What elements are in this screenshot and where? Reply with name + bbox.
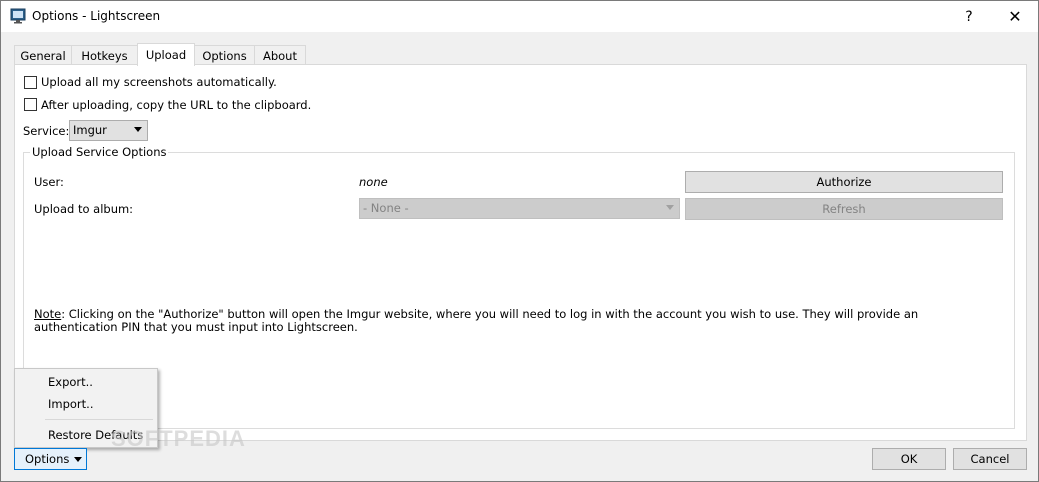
note-text: Note: Clicking on the "Authorize" button… [34,308,994,334]
user-value: none [359,175,388,189]
tab-hotkeys[interactable]: Hotkeys [71,45,138,65]
close-button[interactable]: ✕ [992,1,1038,32]
auto-upload-checkbox[interactable] [24,76,37,89]
service-select-value: Imgur [73,123,107,137]
copy-url-checkbox[interactable] [24,98,37,111]
menu-item-import[interactable]: Import.. [48,397,93,411]
tab-options[interactable]: Options [194,45,255,65]
auto-upload-label: Upload all my screenshots automatically. [41,75,277,89]
tab-about[interactable]: About [254,45,306,65]
ok-button[interactable]: OK [872,448,946,470]
album-select[interactable]: - None - [359,198,680,219]
chevron-down-icon [666,205,674,210]
window-title: Options - Lightscreen [32,9,161,23]
user-label: User: [34,175,64,189]
copy-url-label: After uploading, copy the URL to the cli… [41,98,312,112]
authorize-button[interactable]: Authorize [685,171,1003,193]
menu-separator [45,419,153,420]
chevron-down-icon [74,457,82,462]
cancel-button[interactable]: Cancel [953,448,1027,470]
tab-general[interactable]: General [14,45,72,65]
album-label: Upload to album: [34,202,134,216]
service-label: Service: [23,124,70,138]
softpedia-watermark: SOFTPEDIA [111,426,246,451]
options-window: Options - Lightscreen ? ✕ General Hotkey… [0,0,1039,482]
tab-upload[interactable]: Upload [137,43,195,66]
help-button[interactable]: ? [946,1,992,32]
group-title: Upload Service Options [30,145,169,159]
upload-service-options-group [23,152,1015,429]
menu-item-export[interactable]: Export.. [48,375,93,389]
refresh-button[interactable]: Refresh [685,198,1003,220]
options-menu-button-label: Options [25,452,70,466]
title-bar: Options - Lightscreen ? ✕ [1,1,1038,32]
options-menu-button[interactable]: Options [14,448,87,470]
lightscreen-app-icon [10,8,26,24]
album-select-value: - None - [363,201,409,215]
service-select[interactable]: Imgur [69,120,148,141]
note-prefix: Note [34,307,62,321]
chevron-down-icon [134,127,142,132]
note-body: : Clicking on the "Authorize" button wil… [34,307,919,334]
